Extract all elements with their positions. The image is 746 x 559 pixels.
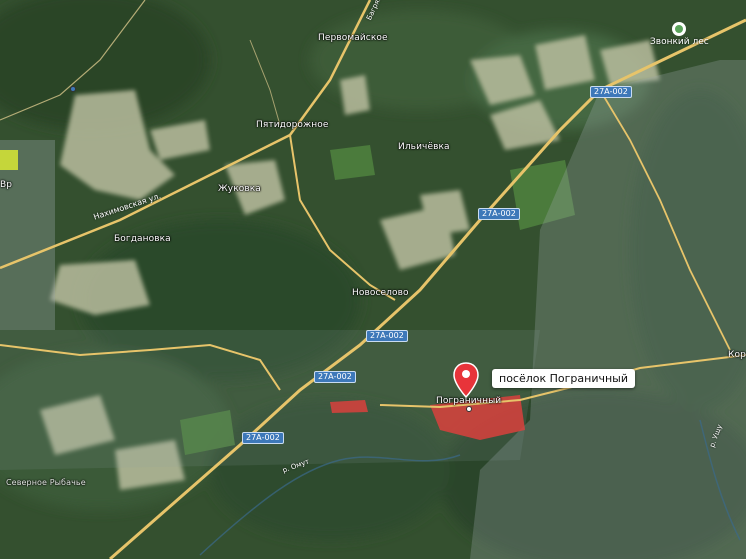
- place-pervomayskoe[interactable]: Первомайское: [318, 33, 388, 43]
- place-ilichevka[interactable]: Ильичёвка: [398, 142, 450, 152]
- place-pyatidorozhnoe[interactable]: Пятидорожное: [256, 120, 328, 130]
- selected-place-label[interactable]: посёлок Пограничный: [492, 369, 636, 388]
- place-vr[interactable]: Вр: [0, 180, 12, 190]
- marker-dot-icon: [70, 86, 76, 92]
- road-badge-27a002: 27А-002: [590, 86, 632, 98]
- poi-zvonkiy-les[interactable]: Звонкий лес: [650, 22, 709, 47]
- road-badge-27a002: 27А-002: [242, 432, 284, 444]
- location-pin-icon[interactable]: [453, 362, 479, 398]
- park-icon: [672, 22, 687, 36]
- map-view[interactable]: Первомайское Пятидорожное Ильичёвка Жуко…: [0, 0, 746, 559]
- place-zhukovka[interactable]: Жуковка: [218, 184, 261, 194]
- poi-label: Звонкий лес: [650, 37, 709, 47]
- road-badge-27a002: 27А-002: [478, 208, 520, 220]
- satellite-base-layer: [0, 0, 746, 559]
- road-badge-27a002: 27А-002: [314, 371, 356, 383]
- road-badge-27a002: 27А-002: [366, 330, 408, 342]
- place-bottom-left[interactable]: Северное Рыбачье: [6, 478, 86, 487]
- place-bogdanovka[interactable]: Богдановка: [114, 234, 171, 244]
- place-novoselovo[interactable]: Новоселово: [352, 288, 409, 298]
- settlement-center-dot: [466, 406, 472, 412]
- farmland-patch: [0, 150, 18, 170]
- place-kor[interactable]: Кор: [728, 350, 746, 360]
